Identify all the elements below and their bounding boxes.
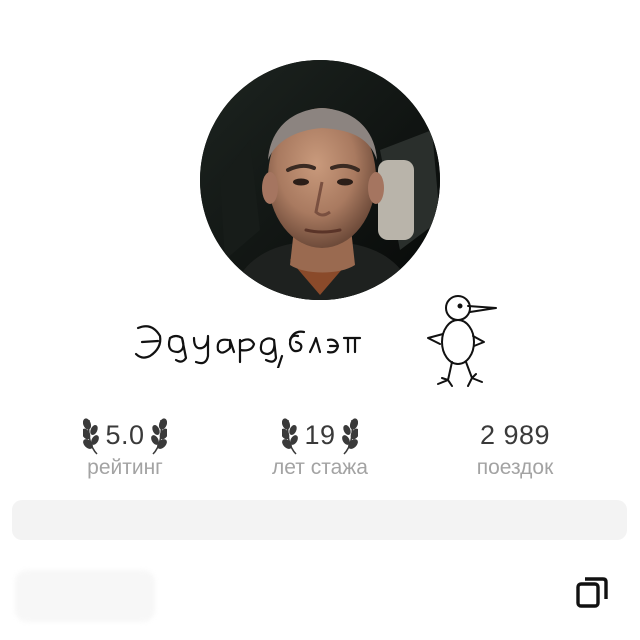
experience-value: 19: [304, 419, 336, 450]
trips-label: поездок: [476, 456, 554, 479]
faded-content-block: [15, 570, 155, 622]
stat-trips: 2 989 поездок: [415, 410, 615, 480]
stat-experience: 19 лет стажа: [220, 410, 420, 480]
laurel-left-icon: [83, 418, 100, 455]
driver-stats: 5.0 рейтинг 19 лет стажа 2 989 поездок: [0, 410, 640, 490]
laurel-right-icon: [341, 418, 358, 455]
avatar-photo: [200, 60, 440, 300]
handwritten-name-scribble: [134, 325, 362, 368]
driver-avatar[interactable]: [200, 60, 440, 300]
experience-label: лет стажа: [272, 456, 368, 479]
rating-value: 5.0: [105, 419, 145, 450]
rating-label: рейтинг: [87, 456, 163, 479]
stat-rating: 5.0 рейтинг: [25, 410, 225, 480]
trips-value: 2 989: [479, 419, 551, 450]
driver-name: Эдуард, блэт: [130, 318, 380, 368]
info-bar[interactable]: [12, 500, 627, 540]
bird-doodle-icon: [418, 288, 504, 390]
copy-icon[interactable]: [572, 572, 612, 612]
laurel-left-icon: [282, 418, 299, 455]
laurel-right-icon: [150, 418, 167, 455]
